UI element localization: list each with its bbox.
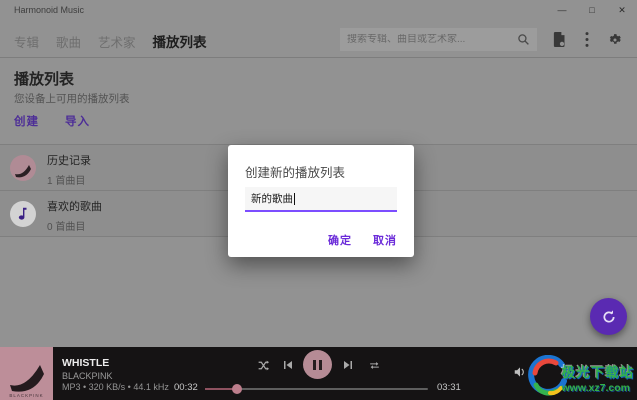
refresh-fab[interactable] <box>590 298 627 335</box>
search-box[interactable] <box>340 28 537 51</box>
header-divider <box>0 57 637 58</box>
total-duration: 03:31 <box>437 382 461 393</box>
create-playlist-dialog: 创建新的播放列表 新的歌曲 确定 取消 <box>228 145 414 257</box>
search-icon[interactable] <box>517 33 530 46</box>
tab-artists[interactable]: 艺术家 <box>98 32 136 51</box>
playlist-track-count: 0 首曲目 <box>47 218 102 233</box>
playlist-name-input[interactable]: 新的歌曲 <box>245 187 397 212</box>
shuffle-icon[interactable] <box>257 359 270 372</box>
tab-albums[interactable]: 专辑 <box>14 32 39 51</box>
cancel-button[interactable]: 取消 <box>373 232 397 248</box>
create-playlist-button[interactable]: 创建 <box>14 113 39 129</box>
elapsed-time: 00:32 <box>174 382 198 393</box>
seek-slider-thumb[interactable] <box>232 384 242 394</box>
site-watermark: 极光下载站 www.xz7.com <box>526 355 635 399</box>
page-title: 播放列表 <box>14 68 74 89</box>
import-playlist-button[interactable]: 导入 <box>65 113 90 129</box>
watermark-site-name: 极光下载站 <box>562 361 635 381</box>
ok-button[interactable]: 确定 <box>328 232 352 248</box>
pause-icon <box>313 360 322 370</box>
window-title: Harmonoid Music <box>14 5 84 15</box>
playlist-name: 历史记录 <box>47 152 91 168</box>
nav-tabs: 专辑 歌曲 艺术家 播放列表 <box>14 31 207 51</box>
minimize-button[interactable]: — <box>547 0 577 20</box>
watermark-site-url: www.xz7.com <box>562 382 635 394</box>
track-artist: BLACKPINK <box>62 371 113 381</box>
page-subtitle: 您设备上可用的播放列表 <box>14 91 130 106</box>
tab-songs[interactable]: 歌曲 <box>56 32 81 51</box>
dialog-actions: 确定 取消 <box>328 232 397 248</box>
text-caret <box>294 193 295 205</box>
more-menu-icon[interactable] <box>579 32 595 48</box>
settings-gear-icon[interactable] <box>607 32 623 48</box>
titlebar: Harmonoid Music — □ ✕ <box>0 0 637 20</box>
previous-track-icon[interactable] <box>282 359 294 371</box>
album-art: BLACKPINK <box>0 347 53 400</box>
dialog-title: 创建新的播放列表 <box>245 162 345 181</box>
playlist-track-count: 1 首曲目 <box>47 172 91 187</box>
pause-button[interactable] <box>303 350 332 379</box>
file-music-icon[interactable] <box>551 32 567 48</box>
repeat-icon[interactable] <box>368 359 381 372</box>
next-track-icon[interactable] <box>342 359 354 371</box>
track-title: WHISTLE <box>62 357 109 369</box>
album-art-label: BLACKPINK <box>0 393 53 398</box>
track-format-info: MP3 • 320 KB/s • 44.1 kHz <box>62 382 169 392</box>
close-button[interactable]: ✕ <box>607 0 637 20</box>
playlist-art-thumbnail <box>10 155 36 181</box>
app-window: Harmonoid Music — □ ✕ 专辑 歌曲 艺术家 播放列表 <box>0 0 637 400</box>
refresh-icon <box>601 309 617 325</box>
now-playing-bar: BLACKPINK WHISTLE BLACKPINK MP3 • 320 KB… <box>0 347 637 400</box>
playlist-name: 喜欢的歌曲 <box>47 198 102 214</box>
tab-playlists[interactable]: 播放列表 <box>153 31 207 51</box>
toolbar <box>551 28 623 51</box>
maximize-button[interactable]: □ <box>577 0 607 20</box>
music-note-icon <box>10 201 36 227</box>
page-actions: 创建 导入 <box>14 113 90 129</box>
playlist-name-value: 新的歌曲 <box>251 191 293 206</box>
search-input[interactable] <box>347 34 517 45</box>
window-controls: — □ ✕ <box>547 0 637 20</box>
